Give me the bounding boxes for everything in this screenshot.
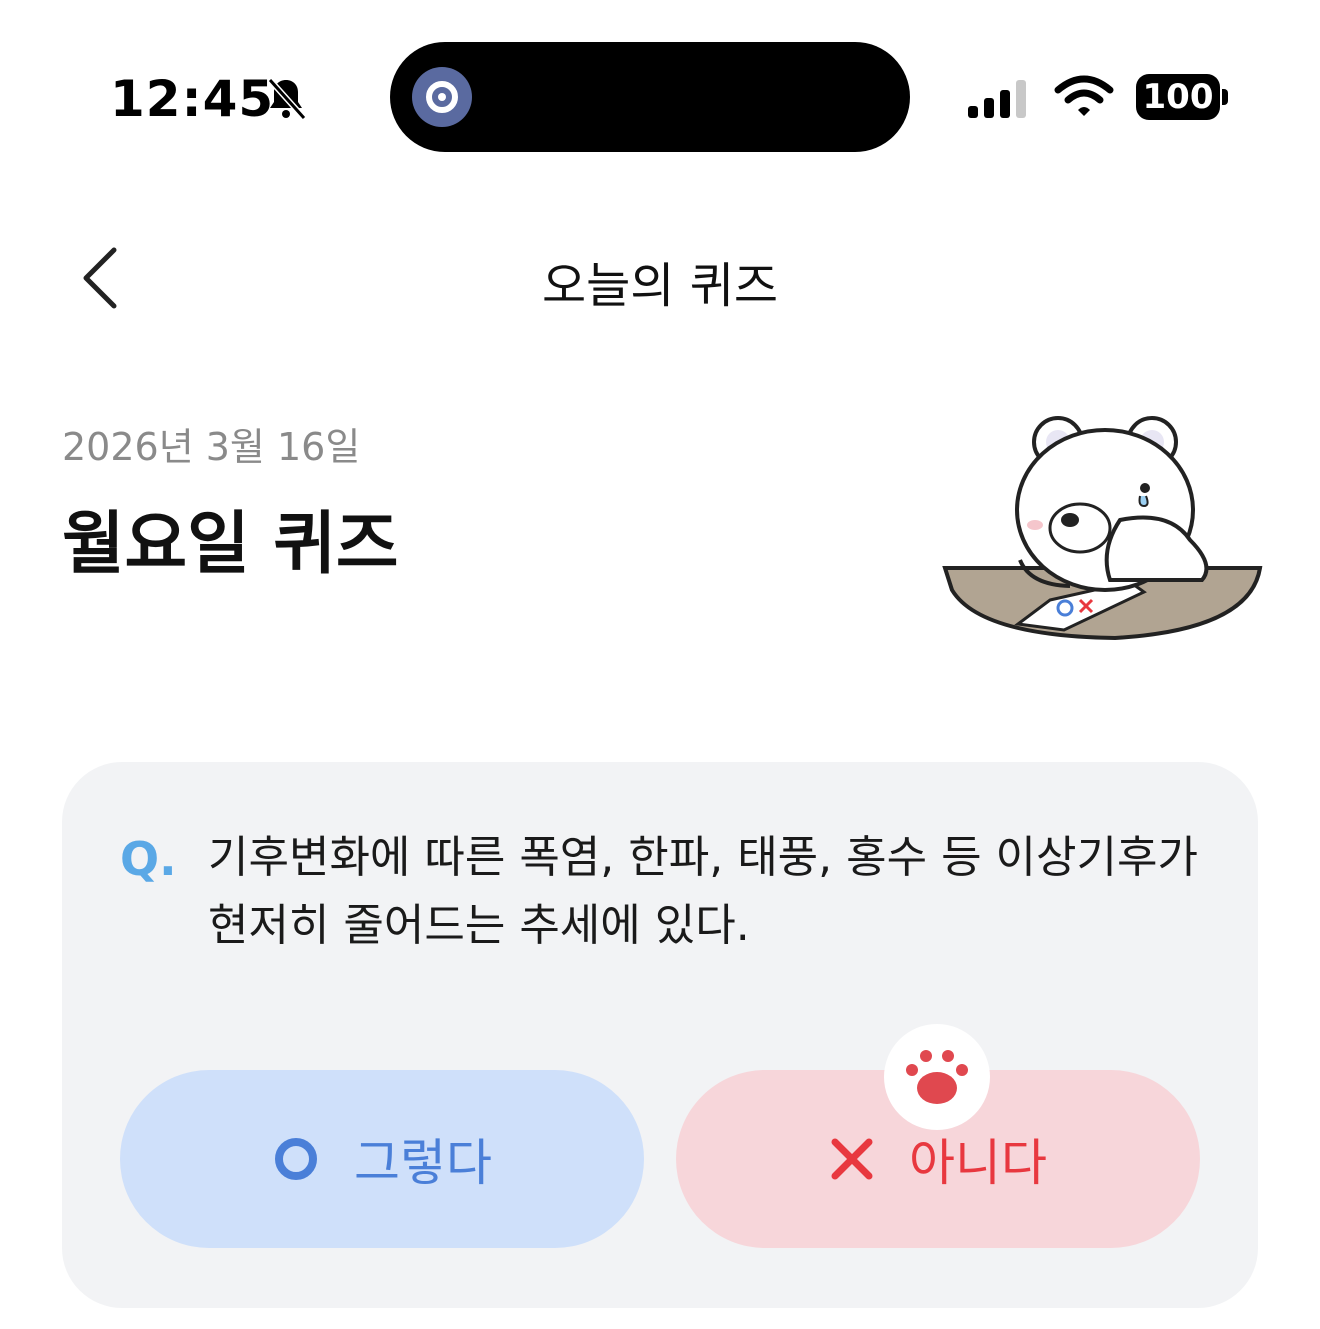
battery-icon: 100 [1136, 74, 1220, 120]
bear-illustration [942, 416, 1263, 641]
circle-o-icon [275, 1138, 317, 1180]
x-icon [831, 1138, 873, 1180]
wifi-icon [1054, 75, 1114, 116]
page-title: 오늘의 퀴즈 [541, 258, 779, 314]
quiz-card: Q. 기후변화에 따른 폭염, 한파, 태풍, 홍수 등 이상기후가 현저히 줄… [62, 762, 1258, 1308]
signal-icon [968, 80, 1026, 118]
answer-yes-label: 그렇다 [354, 1134, 492, 1192]
quiz-title: 월요일 퀴즈 [62, 505, 399, 584]
quiz-date: 2026년 3월 16일 [62, 425, 361, 469]
status-time: 12:45 [110, 70, 275, 128]
dynamic-island [390, 42, 910, 152]
question-text: 기후변화에 따른 폭염, 한파, 태풍, 홍수 등 이상기후가 현저히 줄어드는… [208, 832, 1198, 951]
battery-tip [1222, 89, 1228, 105]
question-mark-label: Q. [120, 832, 177, 886]
battery-level: 100 [1142, 77, 1214, 117]
app-activity-icon[interactable] [412, 67, 472, 127]
bell-slash-icon [267, 77, 307, 121]
answer-no-label: 아니다 [909, 1134, 1047, 1192]
paw-icon [884, 1024, 990, 1130]
answer-yes-button[interactable]: 그렇다 [120, 1070, 644, 1248]
